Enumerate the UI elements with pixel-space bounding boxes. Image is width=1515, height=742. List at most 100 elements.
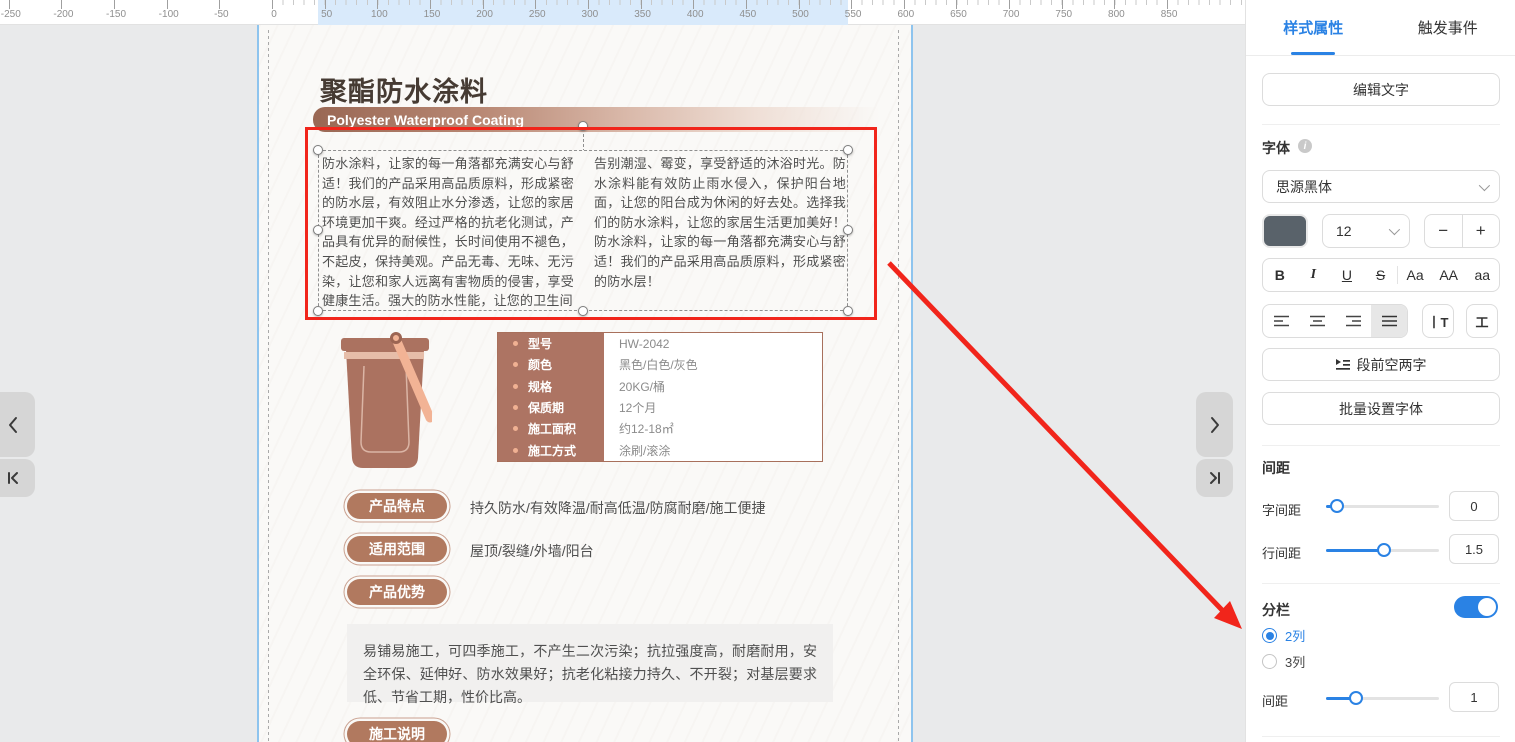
horizontal-ruler: -250-200-150-100-50050100150200250300350… [0,0,1245,25]
font-color-swatch[interactable] [1262,214,1308,248]
ruler-label: 50 [321,9,332,20]
spec-value: 涂刷/滚涂 [604,440,822,461]
selection-handle[interactable] [313,225,323,235]
doc-subtitle: Polyester Waterproof Coating [327,112,524,128]
divider [1262,445,1500,446]
font-size-select[interactable]: 12 [1322,214,1410,248]
text-direction-button[interactable]: 工 [1466,304,1498,338]
italic-button[interactable]: I [1297,267,1331,283]
vertical-text-button[interactable]: 丨T [1422,304,1454,338]
ruler-label: 150 [424,9,441,20]
indent-two-chars-button[interactable]: 段前空两字 [1262,348,1500,381]
column-gap-value[interactable]: 1 [1449,682,1499,712]
ruler-label: -50 [214,9,228,20]
page-margin-left [268,30,269,742]
slider-thumb[interactable] [1330,499,1344,513]
workspace-right [913,25,1245,742]
ruler-tick [851,0,852,9]
spec-table[interactable]: 型号 HW-2042 颜色 黑色/白色/灰色 规格 20KG/桶 保质期 12个… [497,332,823,462]
slider-thumb[interactable] [1349,691,1363,705]
product-advantages-box: 易铺易施工，可四季施工，不产生二次污染；抗拉强度高，耐磨耐用，安全环保、延伸好、… [347,624,833,702]
info-icon[interactable]: i [1298,139,1312,153]
bullet-icon [513,426,518,431]
badge-product-features[interactable]: 产品特点 [347,493,447,519]
font-family-select[interactable]: 思源黑体 [1262,170,1500,203]
columns-option-2[interactable]: 2列 [1262,626,1305,645]
ruler-tick [167,0,168,9]
align-left-button[interactable] [1263,305,1299,337]
ruler-tick [377,0,378,9]
ruler-label: 500 [792,9,809,20]
font-family-value: 思源黑体 [1276,177,1332,197]
edit-text-button[interactable]: 编辑文字 [1262,73,1500,106]
doc-subtitle-bar[interactable]: Polyester Waterproof Coating [313,107,880,132]
ruler-label: 100 [371,9,388,20]
table-row: 型号 HW-2042 [498,333,822,354]
tab-trigger-events[interactable]: 触发事件 [1381,0,1515,55]
batch-set-font-button[interactable]: 批量设置字体 [1262,392,1500,425]
align-center-button[interactable] [1299,305,1335,337]
last-page-button[interactable] [1196,459,1233,497]
table-row: 颜色 黑色/白色/灰色 [498,354,822,375]
properties-panel: 样式属性 触发事件 编辑文字 字体 i 思源黑体 12 − + B I U S … [1245,0,1515,742]
columns-option-3[interactable]: 3列 [1262,652,1305,671]
divider [1262,124,1500,125]
bucket-illustration [338,328,432,479]
bold-button[interactable]: B [1263,267,1297,283]
prev-page-button[interactable] [0,392,35,457]
letter-spacing-value[interactable]: 0 [1449,491,1499,521]
ruler-tick [588,0,589,9]
text-column-left: 防水涂料，让家的每一角落都充满安心与舒适！我们的产品采用高品质原料，形成紧密的防… [322,154,574,310]
badge-applicable-range[interactable]: 适用范围 [347,536,447,562]
line-spacing-slider[interactable] [1326,549,1439,552]
chevron-down-icon [1479,179,1490,190]
strikethrough-button[interactable]: S [1364,267,1398,283]
first-page-button[interactable] [0,459,35,497]
selected-text-element[interactable]: 防水涂料，让家的每一角落都充满安心与舒适！我们的产品采用高品质原料，形成紧密的防… [318,150,848,311]
ruler-tick [1114,0,1115,9]
increase-font-button[interactable]: + [1463,215,1500,247]
underline-button[interactable]: U [1330,267,1364,283]
lowercase-button[interactable]: aa [1465,267,1499,283]
spec-label: 颜色 [528,356,552,373]
letter-spacing-slider[interactable] [1326,505,1439,508]
text-format-row: B I U S Aa AA aa [1262,258,1500,292]
ruler-label: -150 [106,9,126,20]
selection-handle[interactable] [313,145,323,155]
doc-title[interactable]: 聚酯防水涂料 [320,70,488,109]
selection-handle[interactable] [843,225,853,235]
ruler-label: 250 [529,9,546,20]
divider [1262,736,1500,737]
line-spacing-value[interactable]: 1.5 [1449,534,1499,564]
rotate-handle[interactable] [578,121,588,131]
selection-handle[interactable] [313,306,323,316]
selection-handle[interactable] [843,145,853,155]
ruler-label: 350 [634,9,651,20]
align-right-button[interactable] [1335,305,1371,337]
tab-style-properties[interactable]: 样式属性 [1246,0,1381,55]
column-gap-slider[interactable] [1326,697,1439,700]
ruler-tick [799,0,800,9]
skip-to-end-icon [1207,470,1223,486]
selection-handle[interactable] [578,306,588,316]
spec-label: 施工方式 [528,442,576,459]
badge-product-advantages[interactable]: 产品优势 [347,579,447,605]
decrease-font-button[interactable]: − [1425,215,1463,247]
columns-toggle[interactable] [1454,596,1498,618]
chevron-left-icon [6,415,20,435]
badge-construction-notes[interactable]: 施工说明 [347,721,447,742]
text-column-right: 告别潮湿、霉变，享受舒适的沐浴时光。防水涂料能有效防止雨水侵入，保护阳台地面，让… [594,154,846,310]
uppercase-button[interactable]: AA [1432,267,1466,283]
align-justify-button[interactable] [1371,305,1407,337]
font-size-value: 12 [1336,223,1352,239]
spec-value: 12个月 [604,397,822,418]
line-spacing-label: 行间距 [1262,543,1301,562]
slider-thumb[interactable] [1377,543,1391,557]
ruler-label: 600 [897,9,914,20]
ruler-label: 850 [1161,9,1178,20]
canvas-guide-right [911,25,913,742]
table-row: 施工面积 约12-18㎡ [498,418,822,439]
capitalize-button[interactable]: Aa [1398,267,1432,283]
selection-handle[interactable] [843,306,853,316]
next-page-button[interactable] [1196,392,1233,457]
